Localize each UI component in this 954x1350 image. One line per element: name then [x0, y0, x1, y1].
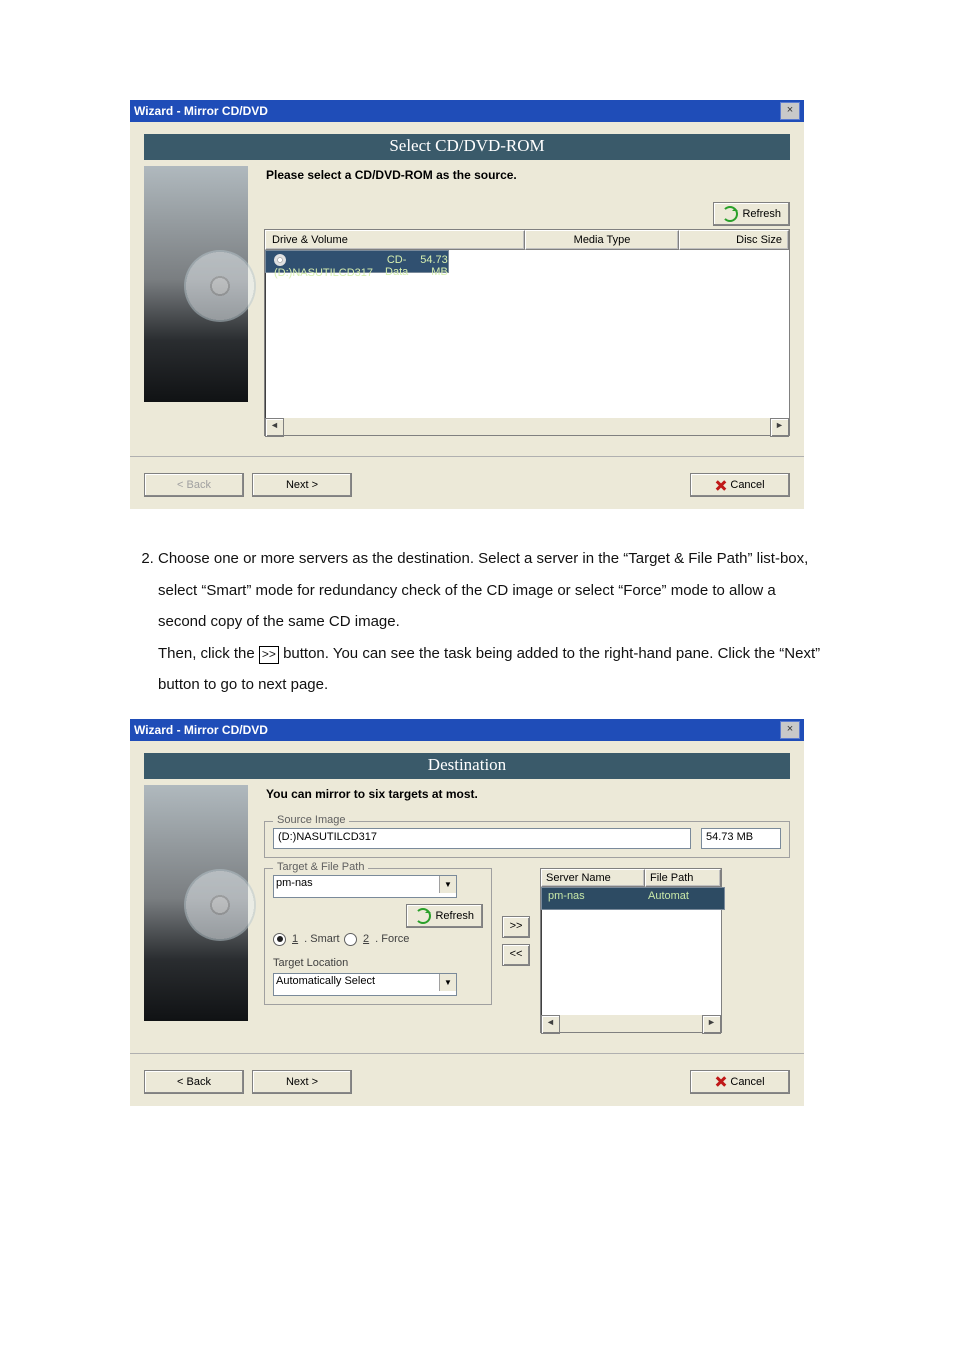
- titlebar[interactable]: Wizard - Mirror CD/DVD ×: [130, 719, 804, 741]
- step2-text-a: Choose one or more servers as the destin…: [158, 550, 808, 630]
- target-filepath-group: Target & File Path pm-nas ▼ Refresh: [264, 868, 492, 1005]
- horizontal-scrollbar[interactable]: ◄ ►: [265, 418, 789, 435]
- instruction-text: You can mirror to six targets at most.: [266, 787, 790, 801]
- cancel-button[interactable]: Cancel: [690, 1070, 790, 1094]
- scroll-left-icon[interactable]: ◄: [265, 418, 284, 437]
- wizard-side-graphic: [144, 166, 248, 402]
- remove-target-button[interactable]: <<: [502, 944, 530, 966]
- target-location-label: Target Location: [273, 957, 483, 969]
- inline-add-button-sample: >>: [259, 646, 279, 664]
- add-target-button[interactable]: >>: [502, 916, 530, 938]
- instruction-text: Please select a CD/DVD-ROM as the source…: [266, 168, 790, 182]
- cancel-button[interactable]: Cancel: [690, 473, 790, 497]
- col-disc-size[interactable]: Disc Size: [679, 230, 789, 250]
- col-server-name[interactable]: Server Name: [541, 869, 645, 887]
- wizard-select-cddvd-dialog: Wizard - Mirror CD/DVD × Select CD/DVD-R…: [130, 100, 804, 509]
- scroll-right-icon[interactable]: ►: [702, 1015, 721, 1034]
- instruction-list: Choose one or more servers as the destin…: [138, 543, 824, 701]
- col-media-type[interactable]: Media Type: [525, 230, 679, 250]
- cell-media: CD-Data: [379, 252, 414, 271]
- force-radio[interactable]: 2. Force: [344, 933, 409, 946]
- step-banner: Destination: [144, 753, 790, 779]
- targets-list[interactable]: Server Name File Path pm-nas Automat ◄: [540, 868, 722, 1033]
- refresh-icon: [722, 206, 738, 222]
- col-drive-volume[interactable]: Drive & Volume: [265, 230, 525, 250]
- cancel-icon: [715, 1076, 726, 1087]
- wizard-destination-dialog: Wizard - Mirror CD/DVD × Destination You…: [130, 719, 804, 1106]
- list-row[interactable]: pm-nas Automat: [541, 887, 725, 910]
- col-file-path[interactable]: File Path: [645, 869, 721, 887]
- server-select-value: pm-nas: [276, 877, 313, 889]
- source-image-field: (D:)NASUTILCD317: [273, 828, 691, 849]
- scroll-left-icon[interactable]: ◄: [541, 1015, 560, 1034]
- window-title: Wizard - Mirror CD/DVD: [134, 719, 780, 741]
- cancel-icon: [715, 480, 726, 491]
- target-location-select[interactable]: Automatically Select ▼: [273, 973, 457, 996]
- chevron-down-icon[interactable]: ▼: [439, 974, 456, 991]
- target-legend: Target & File Path: [273, 861, 368, 873]
- source-size-field: 54.73 MB: [701, 828, 781, 849]
- titlebar[interactable]: Wizard - Mirror CD/DVD ×: [130, 100, 804, 122]
- refresh-icon: [415, 908, 431, 924]
- source-image-group: Source Image (D:)NASUTILCD317 54.73 MB: [264, 821, 790, 858]
- next-button[interactable]: Next >: [252, 1070, 352, 1094]
- cell-file-path: Automat: [644, 889, 722, 908]
- chevron-down-icon[interactable]: ▼: [439, 876, 456, 893]
- smart-radio[interactable]: 11. Smart. Smart: [273, 933, 340, 946]
- next-button[interactable]: Next >: [252, 473, 352, 497]
- window-title: Wizard - Mirror CD/DVD: [134, 100, 780, 122]
- step-banner: Select CD/DVD-ROM: [144, 134, 790, 160]
- target-location-value: Automatically Select: [276, 975, 375, 987]
- close-icon[interactable]: ×: [780, 721, 800, 739]
- cell-drive: (D:)NASUTILCD317: [274, 267, 373, 279]
- wizard-side-graphic: [144, 785, 248, 1021]
- back-button[interactable]: < Back: [144, 1070, 244, 1094]
- back-button: < Back: [144, 473, 244, 497]
- close-icon[interactable]: ×: [780, 102, 800, 120]
- horizontal-scrollbar[interactable]: ◄ ►: [541, 1015, 721, 1032]
- refresh-label: Refresh: [742, 208, 781, 220]
- refresh-button[interactable]: Refresh: [713, 202, 790, 226]
- instruction-step-2: Choose one or more servers as the destin…: [158, 543, 824, 701]
- list-row[interactable]: (D:)NASUTILCD317 CD-Data 54.73 MB: [265, 250, 449, 273]
- source-legend: Source Image: [273, 814, 349, 826]
- list-header: Drive & Volume Media Type Disc Size: [265, 230, 789, 250]
- drive-list[interactable]: Drive & Volume Media Type Disc Size (D:)…: [264, 229, 790, 436]
- step2-prefix: Then, click the: [158, 645, 259, 662]
- refresh-button[interactable]: Refresh: [406, 904, 483, 928]
- scroll-right-icon[interactable]: ►: [770, 418, 789, 437]
- disc-icon: [274, 254, 286, 266]
- server-select[interactable]: pm-nas ▼: [273, 875, 457, 898]
- cell-server-name: pm-nas: [544, 889, 644, 908]
- cell-size: 54.73 MB: [414, 252, 454, 271]
